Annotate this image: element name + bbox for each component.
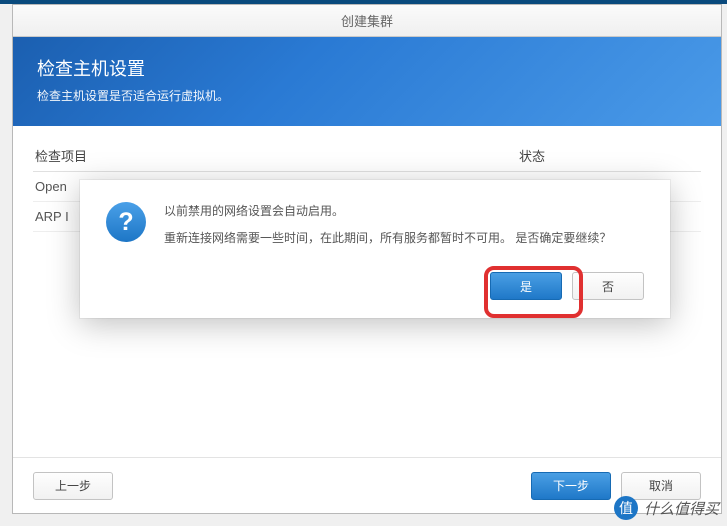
grid-header-status: 状态 [519,146,699,165]
question-icon: ? [106,202,146,242]
titlebar: 创建集群 [13,5,721,37]
next-button-label: 下一步 [553,477,589,494]
yes-button[interactable]: 是 [490,272,562,300]
confirm-dialog-text: 以前禁用的网络设置会自动启用。 重新连接网络需要一些时间，在此期间，所有服务都暂… [164,202,611,248]
confirm-dialog-line2: 重新连接网络需要一些时间，在此期间，所有服务都暂时不可用。 是否确定要继续？ [164,229,611,248]
window-title: 创建集群 [341,11,393,30]
confirm-dialog-body: ? 以前禁用的网络设置会自动启用。 重新连接网络需要一些时间，在此期间，所有服务… [106,202,644,248]
no-button-label: 否 [602,278,614,295]
confirm-dialog-actions: 是 否 [106,272,644,300]
confirm-dialog-line1: 以前禁用的网络设置会自动启用。 [164,202,611,221]
watermark-text: 什么值得买 [644,498,719,519]
cancel-button-label: 取消 [649,477,673,494]
watermark-badge-text: 值 [619,498,633,518]
watermark: 值 什么值得买 [614,496,719,520]
wizard-header-title: 检查主机设置 [37,55,697,81]
grid-header-check-item: 检查项目 [35,146,519,165]
next-button[interactable]: 下一步 [531,472,611,500]
question-icon-glyph: ? [118,208,133,237]
prev-button-label: 上一步 [55,477,91,494]
wizard-header: 检查主机设置 检查主机设置是否适合运行虚拟机。 [13,37,721,126]
grid-header-row: 检查项目 状态 [33,140,701,172]
prev-button[interactable]: 上一步 [33,472,113,500]
wizard-header-subtitle: 检查主机设置是否适合运行虚拟机。 [37,87,697,104]
confirm-dialog: ? 以前禁用的网络设置会自动启用。 重新连接网络需要一些时间，在此期间，所有服务… [80,180,670,318]
yes-button-label: 是 [520,278,532,295]
watermark-badge-icon: 值 [614,496,638,520]
no-button[interactable]: 否 [572,272,644,300]
